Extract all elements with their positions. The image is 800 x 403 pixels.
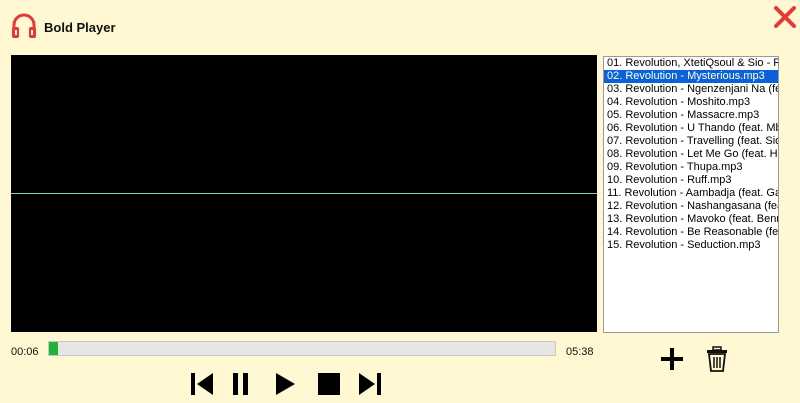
playlist-item[interactable]: 13. Revolution - Mavoko (feat. Benr	[604, 213, 778, 226]
progress-fill	[49, 342, 59, 355]
playlist-item[interactable]: 06. Revolution - U Thando (feat. Mb	[604, 122, 778, 135]
playlist-item[interactable]: 08. Revolution - Let Me Go (feat. HI	[604, 148, 778, 161]
playlist-item[interactable]: 11. Revolution - Aambadja (feat. Ga	[604, 187, 778, 200]
progress-bar[interactable]	[48, 341, 556, 356]
playlist-item[interactable]: 05. Revolution - Massacre.mp3	[604, 109, 778, 122]
total-time: 05:38	[566, 346, 594, 358]
current-time: 00:06	[11, 346, 39, 358]
playlist-item[interactable]: 02. Revolution - Mysterious.mp3	[604, 70, 778, 83]
waveform-line	[11, 193, 597, 194]
plus-icon[interactable]	[659, 346, 685, 372]
playlist-item[interactable]: 14. Revolution - Be Reasonable (fea	[604, 226, 778, 239]
close-icon[interactable]	[771, 3, 799, 31]
skip-next-icon[interactable]	[357, 371, 383, 397]
playlist-item[interactable]: 12. Revolution - Nashangasana (feat	[604, 200, 778, 213]
playlist-item[interactable]: 04. Revolution - Moshito.mp3	[604, 96, 778, 109]
playlist-item[interactable]: 07. Revolution - Travelling (feat. Sio	[604, 135, 778, 148]
play-icon[interactable]	[272, 371, 298, 397]
app-title: Bold Player	[44, 20, 116, 35]
title-bar: Bold Player	[0, 0, 800, 52]
skip-previous-icon[interactable]	[189, 371, 215, 397]
playlist-item[interactable]: 10. Revolution - Ruff.mp3	[604, 174, 778, 187]
playlist-item[interactable]: 01. Revolution, XtetiQsoul & Sio - Ru	[604, 57, 778, 70]
playlist-item[interactable]: 09. Revolution - Thupa.mp3	[604, 161, 778, 174]
video-display[interactable]	[11, 55, 597, 332]
playlist-item[interactable]: 03. Revolution - Ngenzenjani Na (fe	[604, 83, 778, 96]
stop-icon[interactable]	[316, 371, 342, 397]
trash-icon[interactable]	[706, 346, 728, 372]
playlist[interactable]: 01. Revolution, XtetiQsoul & Sio - Ru 02.…	[603, 56, 779, 333]
headphones-icon	[12, 13, 36, 38]
pause-icon[interactable]	[230, 371, 252, 397]
playlist-item[interactable]: 15. Revolution - Seduction.mp3	[604, 239, 778, 252]
